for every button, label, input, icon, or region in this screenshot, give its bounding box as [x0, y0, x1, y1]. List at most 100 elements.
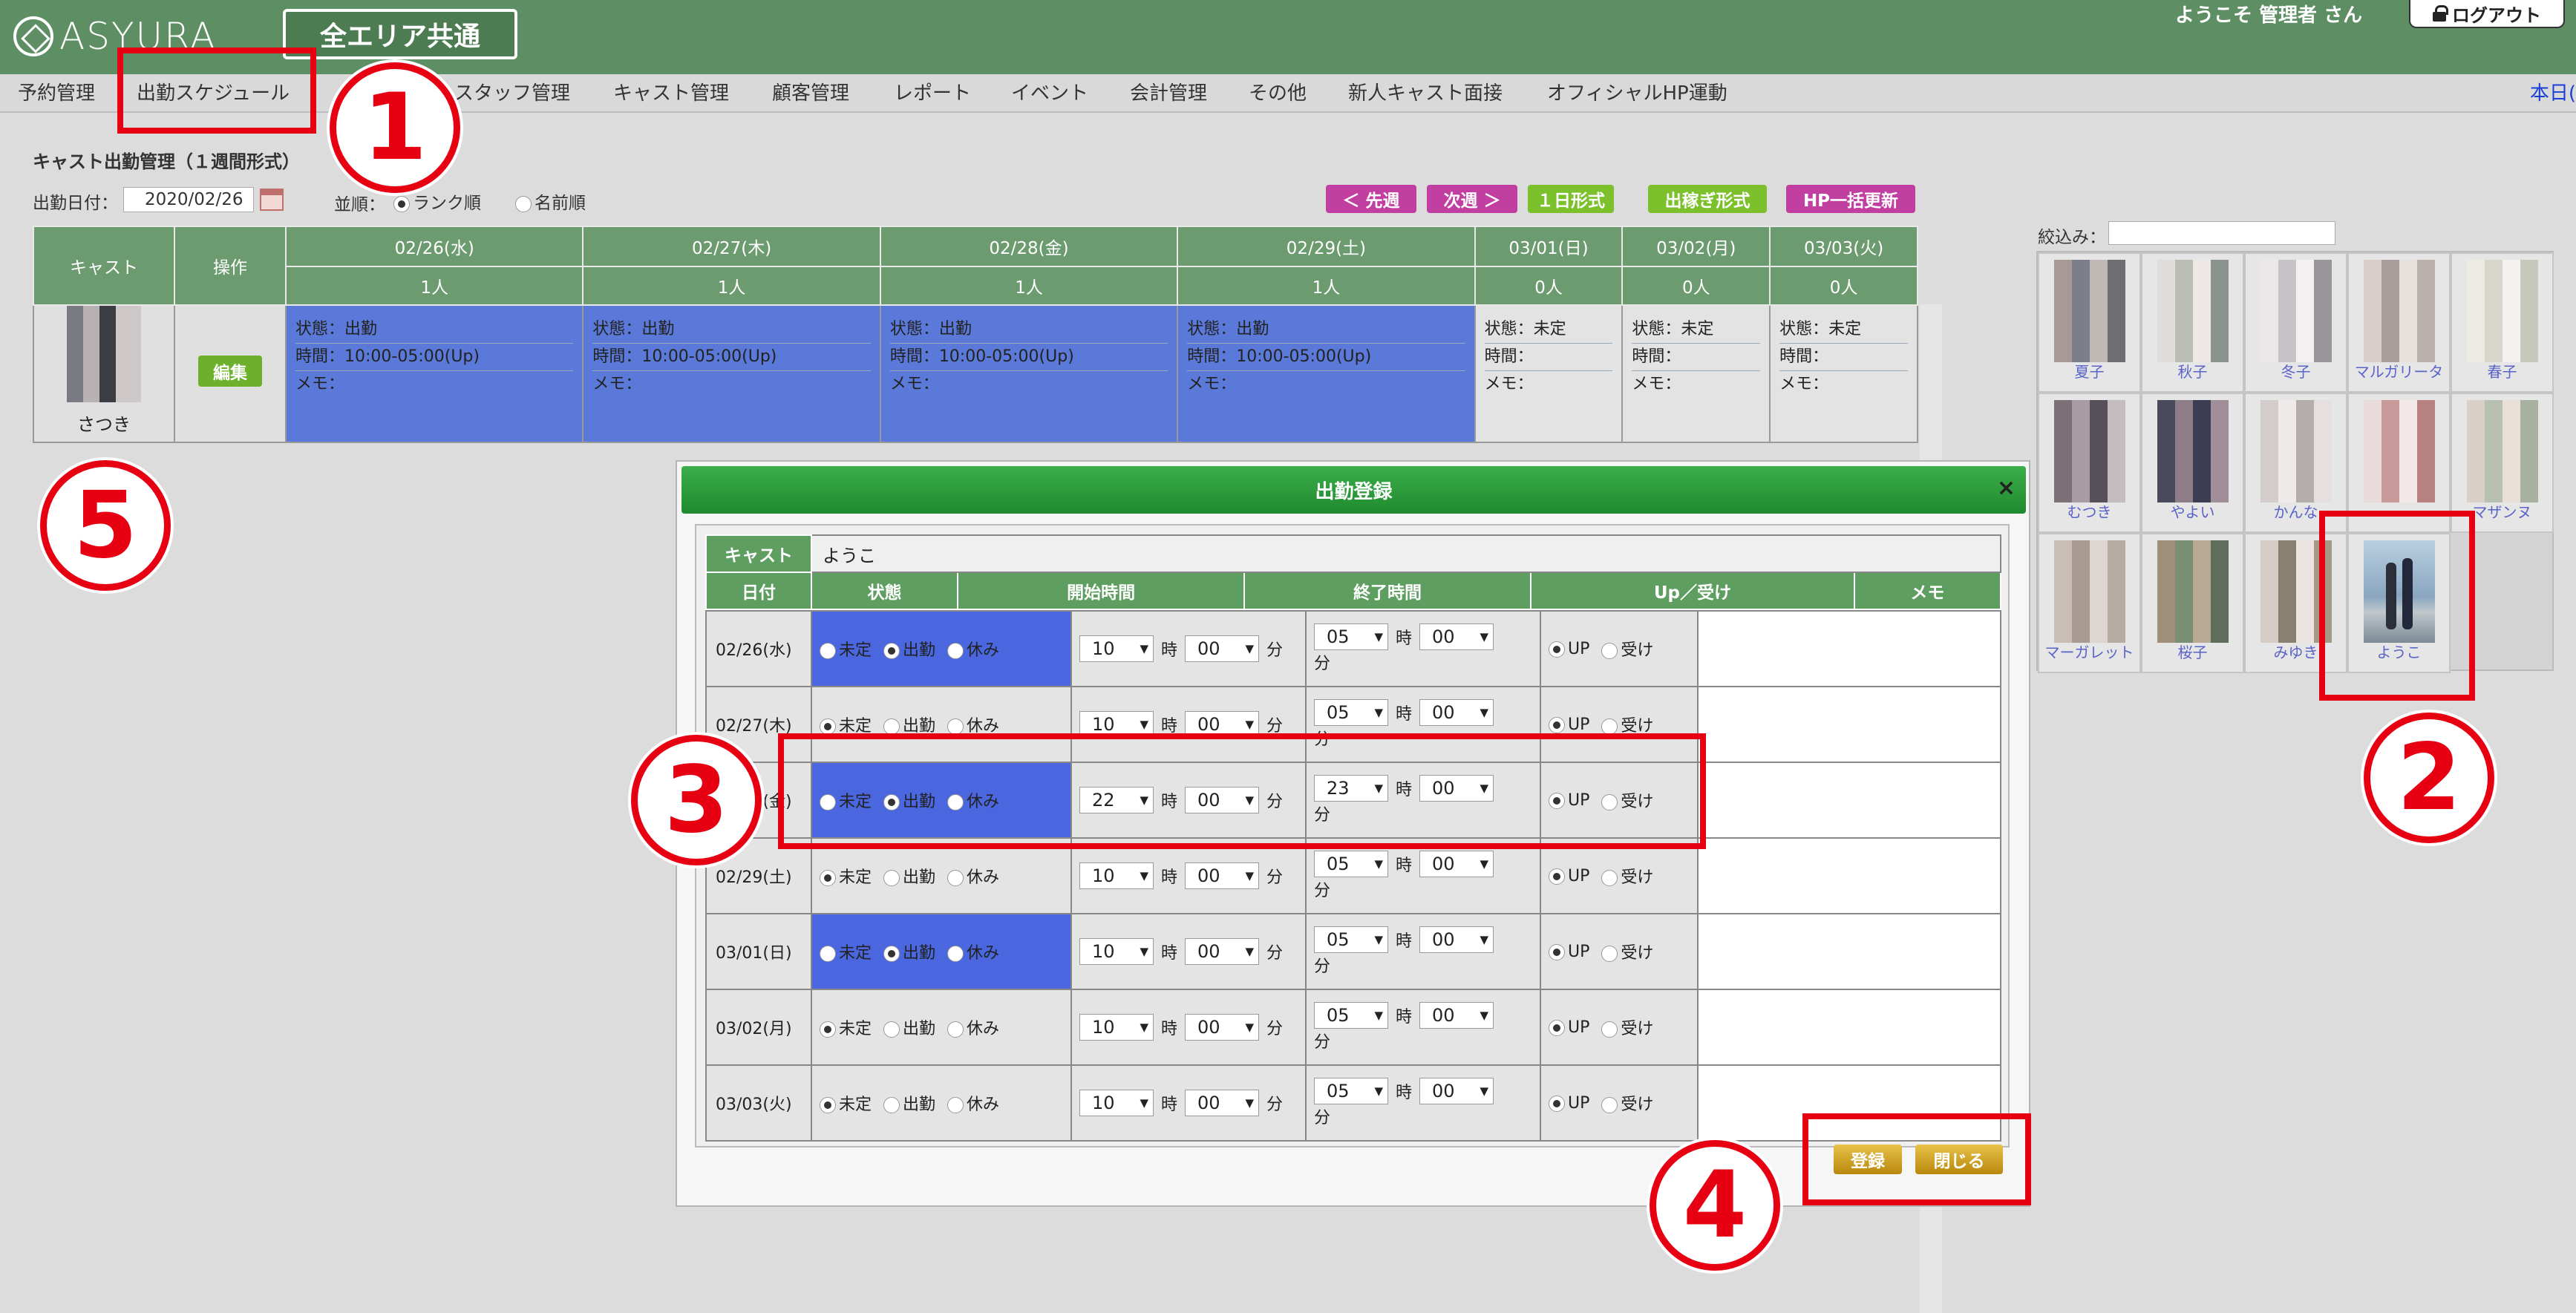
- status-radio[interactable]: [947, 1097, 964, 1113]
- menu-staff[interactable]: スタッフ管理: [454, 74, 570, 113]
- up-option[interactable]: UP: [1549, 867, 1589, 885]
- status-option-work[interactable]: 出勤: [883, 641, 935, 660]
- status-radio[interactable]: [820, 718, 836, 735]
- cast-thumb[interactable]: 夏子: [2038, 252, 2141, 393]
- status-option-off[interactable]: 休み: [947, 1020, 999, 1038]
- menu-report[interactable]: レポート: [894, 74, 971, 113]
- status-radio[interactable]: [820, 643, 836, 659]
- sort-name-radio[interactable]: [515, 195, 532, 212]
- up-radio[interactable]: [1549, 641, 1565, 658]
- status-radio[interactable]: [947, 643, 964, 659]
- memo-field[interactable]: [1697, 610, 2001, 687]
- cast-thumb[interactable]: やよい: [2141, 393, 2244, 533]
- end-minute-select[interactable]: 00: [1419, 623, 1494, 650]
- uke-option[interactable]: 受け: [1601, 944, 1653, 963]
- memo-field[interactable]: [1697, 686, 2001, 763]
- next-week-button[interactable]: 次週 ＞: [1427, 185, 1517, 213]
- start-minute-select[interactable]: 00: [1185, 938, 1260, 965]
- hp-bulk-update-button[interactable]: HP一括更新: [1786, 185, 1915, 213]
- uke-radio[interactable]: [1601, 946, 1618, 962]
- menu-customer[interactable]: 顧客管理: [772, 74, 849, 113]
- schedule-cell[interactable]: 状態：出勤 時間：10:00-05:00(Up) メモ：: [879, 304, 1179, 443]
- status-radio[interactable]: [883, 1021, 900, 1038]
- sort-name-option[interactable]: 名前順: [515, 189, 586, 214]
- menu-reservation[interactable]: 予約管理: [18, 74, 95, 113]
- end-hour-select[interactable]: 05: [1314, 926, 1388, 953]
- uke-radio[interactable]: [1601, 1021, 1618, 1038]
- start-minute-select[interactable]: 00: [1185, 1090, 1260, 1116]
- uke-option[interactable]: 受け: [1601, 868, 1653, 887]
- status-radio[interactable]: [883, 870, 900, 886]
- start-hour-select[interactable]: 10: [1079, 1090, 1154, 1116]
- status-radio[interactable]: [820, 870, 836, 886]
- uke-option[interactable]: 受け: [1601, 1096, 1653, 1114]
- memo-field[interactable]: [1697, 762, 2001, 839]
- cast-thumb[interactable]: マーガレット: [2038, 533, 2141, 673]
- status-radio[interactable]: [883, 718, 900, 735]
- cast-cell[interactable]: さつき: [33, 304, 175, 443]
- status-radio[interactable]: [947, 946, 964, 962]
- memo-field[interactable]: [1697, 837, 2001, 914]
- memo-field[interactable]: [1697, 989, 2001, 1066]
- earn-format-button[interactable]: 出稼ぎ形式: [1648, 185, 1767, 213]
- calendar-icon[interactable]: [260, 189, 284, 211]
- cast-thumb[interactable]: 春子: [2451, 252, 2554, 393]
- start-hour-select[interactable]: 10: [1079, 1014, 1154, 1041]
- close-icon[interactable]: ×: [1997, 475, 2016, 501]
- start-hour-select[interactable]: 10: [1079, 938, 1154, 965]
- up-option[interactable]: UP: [1549, 716, 1589, 734]
- end-minute-select[interactable]: 00: [1419, 926, 1494, 953]
- status-radio[interactable]: [820, 946, 836, 962]
- prev-week-button[interactable]: ＜ 先週: [1326, 185, 1416, 213]
- start-hour-select[interactable]: 10: [1079, 862, 1154, 889]
- status-option-work[interactable]: 出勤: [883, 1096, 935, 1114]
- date-field[interactable]: 2020/02/26: [123, 187, 254, 212]
- status-radio[interactable]: [883, 946, 900, 962]
- area-select-button[interactable]: 全エリア共通: [283, 9, 517, 59]
- uke-radio[interactable]: [1601, 718, 1618, 735]
- uke-option[interactable]: 受け: [1601, 1020, 1653, 1038]
- sort-rank-radio[interactable]: [393, 195, 410, 212]
- status-radio[interactable]: [947, 718, 964, 735]
- menu-today-link[interactable]: 本日(: [2530, 74, 2576, 113]
- schedule-cell[interactable]: 状態：未定 時間： メモ：: [1474, 304, 1624, 443]
- cast-thumb[interactable]: 冬子: [2244, 252, 2347, 393]
- up-radio[interactable]: [1549, 868, 1565, 885]
- status-option-undecided[interactable]: 未定: [820, 1020, 872, 1038]
- schedule-cell[interactable]: 状態：出勤 時間：10:00-05:00(Up) メモ：: [582, 304, 881, 443]
- edit-button[interactable]: 編集: [198, 355, 262, 387]
- end-hour-select[interactable]: 05: [1314, 623, 1388, 650]
- uke-radio[interactable]: [1601, 870, 1618, 886]
- uke-option[interactable]: 受け: [1601, 641, 1653, 660]
- memo-field[interactable]: [1697, 913, 2001, 990]
- schedule-cell[interactable]: 状態：出勤 時間：10:00-05:00(Up) メモ：: [284, 304, 584, 443]
- end-hour-select[interactable]: 05: [1314, 1002, 1388, 1029]
- menu-official-hp[interactable]: オフィシャルHP運動: [1547, 74, 1727, 113]
- status-option-work[interactable]: 出勤: [883, 1020, 935, 1038]
- end-hour-select[interactable]: 05: [1314, 1078, 1388, 1104]
- up-option[interactable]: UP: [1549, 1018, 1589, 1037]
- status-option-undecided[interactable]: 未定: [820, 1096, 872, 1114]
- uke-radio[interactable]: [1601, 643, 1618, 659]
- status-radio[interactable]: [947, 870, 964, 886]
- end-minute-select[interactable]: 00: [1419, 699, 1494, 726]
- menu-accounting[interactable]: 会計管理: [1130, 74, 1207, 113]
- status-option-off[interactable]: 休み: [947, 1096, 999, 1114]
- up-option[interactable]: UP: [1549, 640, 1589, 658]
- cast-thumb[interactable]: 秋子: [2141, 252, 2244, 393]
- filter-input[interactable]: [2108, 221, 2335, 245]
- cast-thumb[interactable]: マルガリータ: [2347, 252, 2451, 393]
- logout-button[interactable]: ログアウト: [2409, 0, 2565, 28]
- uke-radio[interactable]: [1601, 1097, 1618, 1113]
- status-option-off[interactable]: 休み: [947, 944, 999, 963]
- cast-thumb[interactable]: 桜子: [2141, 533, 2244, 673]
- end-minute-select[interactable]: 00: [1419, 851, 1494, 877]
- status-radio[interactable]: [883, 1097, 900, 1113]
- schedule-cell[interactable]: 状態：未定 時間： メモ：: [1621, 304, 1771, 443]
- up-radio[interactable]: [1549, 943, 1565, 960]
- end-minute-select[interactable]: 00: [1419, 1078, 1494, 1104]
- up-option[interactable]: UP: [1549, 943, 1589, 961]
- menu-new-cast-interview[interactable]: 新人キャスト面接: [1348, 74, 1503, 113]
- status-radio[interactable]: [820, 1097, 836, 1113]
- status-radio[interactable]: [820, 1021, 836, 1038]
